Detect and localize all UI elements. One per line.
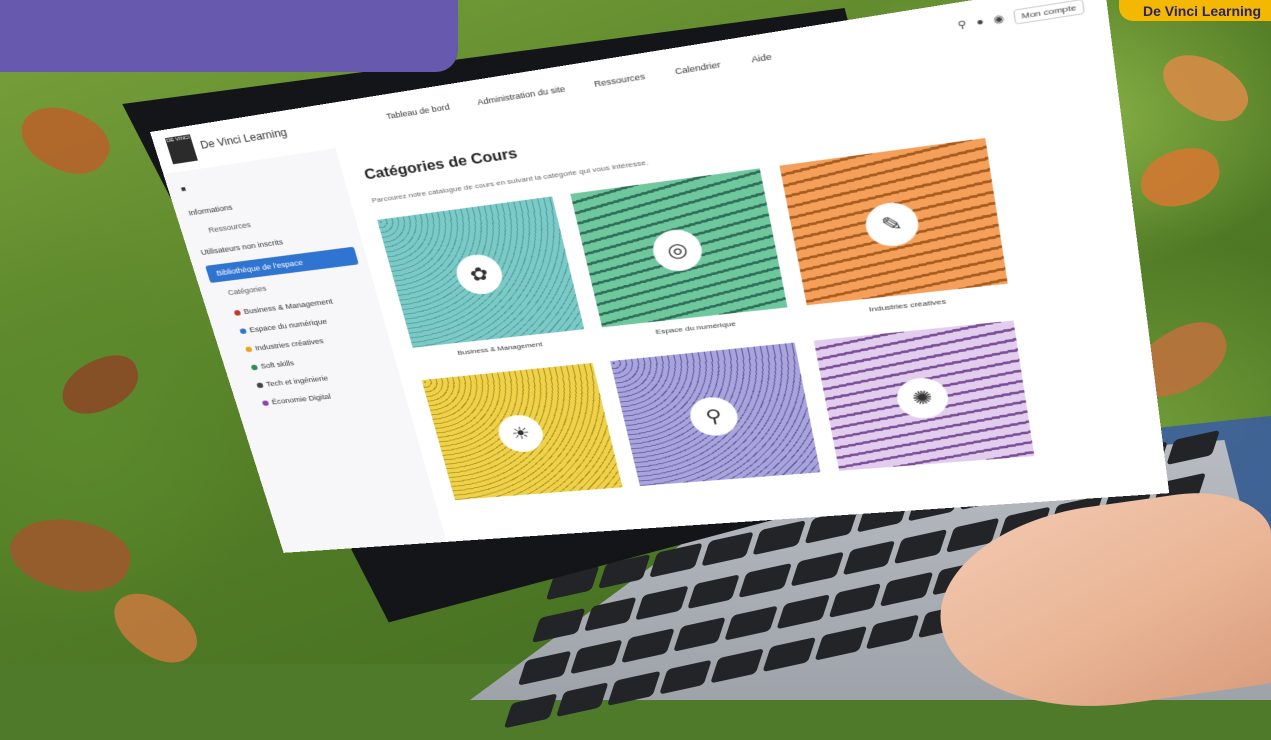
sidebar-item-categories[interactable]: Catégories: [227, 284, 268, 296]
sidebar-category[interactable]: Tech et ingénierie: [256, 374, 329, 389]
card-icon: ◎: [648, 226, 706, 274]
card-icon: ✺: [893, 375, 952, 421]
category-card[interactable]: ◎ Espace du numérique: [570, 168, 792, 350]
card-art: ✺: [813, 320, 1035, 471]
nav-item-dashboard[interactable]: Tableau de bord: [385, 102, 450, 120]
category-label: Soft skills: [259, 359, 296, 371]
sidebar-category[interactable]: Économie Digital: [261, 392, 332, 407]
nav-item-calendar[interactable]: Calendrier: [674, 60, 721, 76]
brand-name: De Vinci Learning: [198, 126, 289, 152]
card-icon: ⚲: [686, 395, 742, 438]
user-menu[interactable]: Mon compte: [1012, 0, 1085, 25]
category-label: Espace du numérique: [248, 317, 328, 334]
category-card[interactable]: ✺: [813, 320, 1038, 492]
category-card[interactable]: ☀: [421, 362, 628, 520]
leaf-decoration: [53, 347, 147, 423]
logo[interactable]: DE VINCI: [164, 134, 198, 165]
purple-banner: [0, 0, 458, 72]
leaf-decoration: [11, 91, 119, 189]
leaf-decoration: [2, 505, 138, 605]
top-icons: ⚲ ● ◉ Mon compte: [957, 0, 1085, 33]
category-icon: [256, 382, 264, 389]
card-icon: ✎: [862, 199, 922, 249]
sidebar-item-informations[interactable]: Informations: [187, 203, 233, 217]
sidebar-item-active-label: Bibliothèque de l'espace: [215, 258, 304, 278]
category-label: Économie Digital: [270, 392, 332, 406]
brand-tag: De Vinci Learning: [1119, 0, 1271, 21]
nav-item-admin[interactable]: Administration du site: [476, 84, 566, 107]
notification-icon[interactable]: ●: [976, 17, 985, 29]
sidebar-item-group[interactable]: Utilisateurs non inscrits: [200, 238, 284, 257]
nav-item-resources[interactable]: Ressources: [593, 72, 645, 89]
leaf-decoration: [1135, 143, 1225, 212]
card-icon: ☀: [494, 413, 548, 454]
category-card[interactable]: ⚲: [610, 342, 825, 508]
avatar[interactable]: ◉: [993, 13, 1005, 26]
search-icon[interactable]: ⚲: [957, 19, 968, 31]
leaf-decoration: [1152, 39, 1258, 136]
category-icon: [233, 309, 242, 317]
sidebar-toggle[interactable]: ■: [180, 185, 187, 194]
category-icon: [239, 328, 248, 335]
category-card[interactable]: ✿ Business & Management: [377, 196, 590, 369]
category-icon: [250, 364, 259, 371]
card-icon: ✿: [452, 252, 507, 297]
category-cards: ✿ Business & Management ◎ Espace du numé…: [377, 137, 1038, 520]
category-label: Business & Management: [242, 297, 334, 316]
sidebar-item-resources[interactable]: Ressources: [207, 221, 251, 235]
card-art: ☀: [421, 362, 623, 500]
card-art: ◎: [570, 168, 788, 328]
leaf-decoration: [102, 577, 208, 664]
sidebar-category[interactable]: Business & Management: [233, 297, 334, 317]
category-label: Industries créatives: [253, 336, 325, 353]
category-icon: [261, 400, 270, 407]
logo-text: DE VINCI: [166, 135, 191, 144]
sidebar-category[interactable]: Espace du numérique: [239, 317, 328, 335]
category-card[interactable]: ✎ Industries créatives: [779, 137, 1011, 329]
card-art: ⚲: [610, 342, 821, 486]
sidebar-category[interactable]: Industries créatives: [244, 337, 324, 353]
sidebar-category[interactable]: Soft skills: [250, 359, 295, 371]
nav-item-help[interactable]: Aide: [750, 52, 772, 64]
category-icon: [244, 346, 253, 353]
card-art: ✿: [377, 196, 585, 348]
category-label: Tech et ingénierie: [265, 374, 330, 389]
card-art: ✎: [779, 137, 1008, 306]
page-title: Catégories de Cours: [362, 146, 520, 183]
